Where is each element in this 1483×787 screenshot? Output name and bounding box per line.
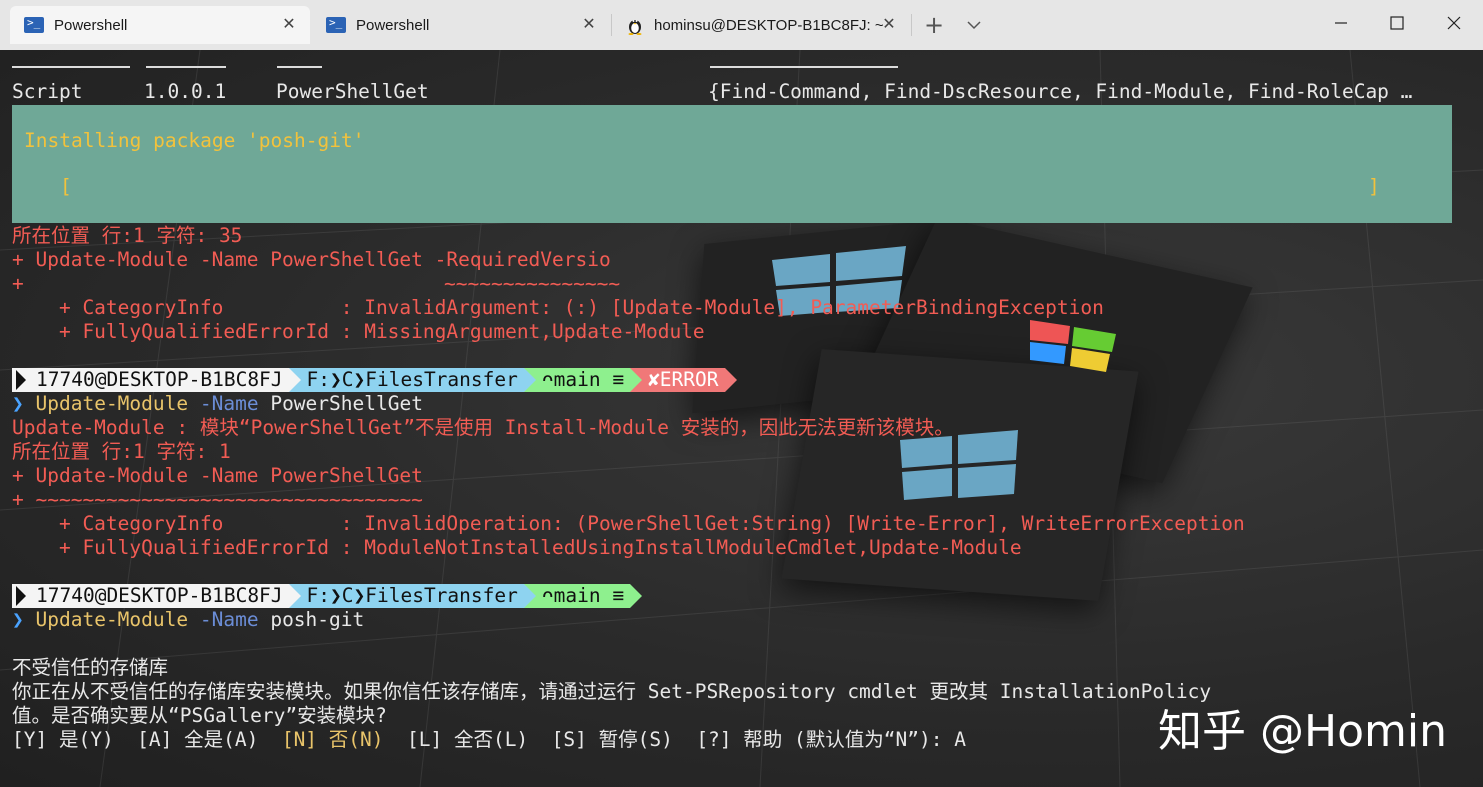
error-marker: + ~~~~~~~~~~~~~~~~~~~~~~~~~~~~~~~~~	[12, 488, 423, 512]
cmd-value: posh-git	[270, 608, 364, 631]
prompt-line: 17740@DESKTOP-B1BC8FJ F:❯C❯FilesTransfer…	[12, 368, 737, 392]
close-icon[interactable]: ✕	[580, 15, 598, 33]
windows-logo-icon	[1030, 312, 1130, 372]
module-exported-commands: {Find-Command, Find-DscResource, Find-Mo…	[708, 80, 1412, 104]
untrusted-title: 不受信任的存储库	[12, 656, 168, 680]
terminal-pane[interactable]: Script 1.0.0.1 PowerShellGet {Find-Comma…	[0, 50, 1483, 787]
error-location: 所在位置 行:1 字符: 35	[12, 224, 242, 248]
module-type: Script	[12, 80, 82, 104]
maximize-button[interactable]	[1369, 0, 1425, 46]
prompt-user-text: 17740@DESKTOP-B1BC8FJ	[36, 368, 283, 392]
prompt-git-branch: ᴖmain ≡	[536, 368, 630, 392]
new-tab-button[interactable]: +	[920, 10, 948, 40]
triangle-icon	[16, 586, 26, 606]
cmdlet: Update-Module	[36, 608, 189, 631]
module-version: 1.0.0.1	[144, 80, 226, 104]
column-underline	[146, 66, 226, 68]
untrusted-question: 值。是否确实要从“PSGallery”安装模块?	[12, 704, 387, 728]
minimize-icon	[1334, 16, 1348, 30]
linux-penguin-icon	[626, 15, 644, 35]
watermark: 知乎 @Homin	[1158, 695, 1447, 759]
powershell-icon	[326, 17, 346, 33]
cmd-param: -Name	[200, 392, 259, 415]
error-fqid: + FullyQualifiedErrorId : ModuleNotInsta…	[12, 536, 1022, 560]
error-fqid: + FullyQualifiedErrorId : MissingArgumen…	[12, 320, 705, 344]
powerline-separator	[524, 368, 536, 392]
choice-no-default: [N] 否(N)	[282, 728, 384, 751]
cmdlet: Update-Module	[36, 392, 189, 415]
error-command: + Update-Module -Name PowerShellGet	[12, 464, 423, 488]
error-location: 所在位置 行:1 字符: 1	[12, 440, 231, 464]
tab-powershell-2[interactable]: Powershell ✕	[312, 6, 610, 44]
close-icon[interactable]: ✕	[280, 15, 298, 33]
windows-logo-icon	[900, 430, 1020, 510]
powerline-separator	[630, 584, 642, 608]
close-window-button[interactable]	[1426, 0, 1482, 46]
close-icon[interactable]: ✕	[880, 15, 898, 33]
tab-wsl[interactable]: hominsu@DESKTOP-B1BC8FJ: ~ ✕	[612, 6, 910, 44]
prompt-path: F:❯C❯FilesTransfer	[301, 584, 524, 608]
chevron-down-icon	[967, 20, 981, 30]
prompt-path: F:❯C❯FilesTransfer	[301, 368, 524, 392]
progress-bar-left: [	[60, 175, 72, 198]
prompt-chevron-icon: ❯	[12, 392, 24, 415]
error-marker-plus: +	[12, 272, 24, 296]
cmd-value: PowerShellGet	[270, 392, 423, 415]
choice-yes-all: [Y] 是(Y) [A] 全是(A)	[12, 728, 282, 751]
triangle-icon	[16, 370, 26, 390]
cmd-param: -Name	[200, 608, 259, 631]
powerline-separator	[630, 368, 642, 392]
prompt-chevron-icon: ❯	[12, 608, 24, 631]
error-category: + CategoryInfo : InvalidArgument: (:) [U…	[12, 296, 1104, 320]
powershell-icon	[24, 17, 44, 33]
maximize-icon	[1390, 16, 1404, 30]
progress-title: Installing package 'posh-git'	[24, 129, 364, 152]
tab-powershell-1[interactable]: Powershell ✕	[10, 6, 310, 44]
error-command: + Update-Module -Name PowerShellGet -Req…	[12, 248, 611, 272]
close-icon	[1447, 16, 1461, 30]
choice-line[interactable]: [Y] 是(Y) [A] 全是(A) [N] 否(N) [L] 全否(L) [S…	[12, 728, 966, 752]
prompt-error-badge: ✘ERROR	[642, 368, 724, 392]
tab-label: Powershell	[356, 17, 429, 34]
error-message: Update-Module : 模块“PowerShellGet”不是使用 In…	[12, 416, 954, 440]
prompt-user: 17740@DESKTOP-B1BC8FJ	[12, 584, 289, 608]
tab-dropdown-button[interactable]	[960, 10, 988, 40]
powerline-separator	[289, 368, 301, 392]
error-marker-tilde: ~~~~~~~~~~~~~~~	[444, 272, 620, 296]
powerline-separator	[725, 368, 737, 392]
progress-panel: Installing package 'posh-git' [ ]	[12, 105, 1452, 223]
tab-label: Powershell	[54, 17, 127, 34]
untrusted-message: 你正在从不受信任的存储库安装模块。如果你信任该存储库，请通过运行 Set-PSR…	[12, 680, 1211, 704]
progress-bar-right: ]	[1368, 175, 1380, 198]
prompt-git-branch: ᴖmain ≡	[536, 584, 630, 608]
tab-label: hominsu@DESKTOP-B1BC8FJ: ~	[654, 17, 884, 34]
prompt-user: 17740@DESKTOP-B1BC8FJ	[12, 368, 289, 392]
choice-rest: [L] 全否(L) [S] 暂停(S) [?] 帮助 (默认值为“N”): A	[384, 728, 966, 751]
powerline-separator	[524, 584, 536, 608]
command-line: ❯ Update-Module -Name PowerShellGet	[12, 392, 423, 416]
powerline-separator	[289, 584, 301, 608]
minimize-button[interactable]	[1313, 0, 1369, 46]
command-line: ❯ Update-Module -Name posh-git	[12, 608, 364, 632]
tab-separator	[911, 14, 912, 36]
prompt-line: 17740@DESKTOP-B1BC8FJ F:❯C❯FilesTransfer…	[12, 584, 642, 608]
column-underline	[277, 66, 322, 68]
prompt-user-text: 17740@DESKTOP-B1BC8FJ	[36, 584, 283, 608]
column-underline	[710, 66, 898, 68]
error-category: + CategoryInfo : InvalidOperation: (Powe…	[12, 512, 1245, 536]
module-name: PowerShellGet	[276, 80, 429, 104]
column-underline	[12, 66, 130, 68]
title-bar: Powershell ✕ Powershell ✕ hominsu@DESKTO…	[0, 0, 1483, 50]
